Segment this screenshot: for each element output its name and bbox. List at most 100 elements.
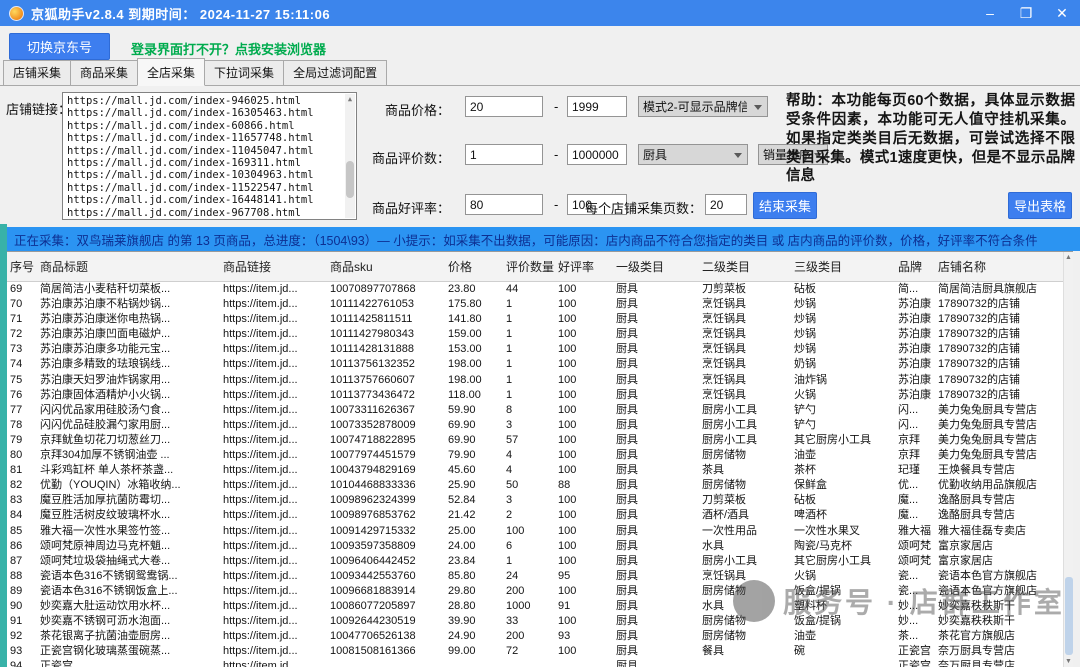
table-row[interactable]: 76苏泊康固体酒精炉小火锅...https://item.jd...101137… <box>7 388 1073 403</box>
table-row[interactable]: 74苏泊康多精致的珐琅锅线...https://item.jd...101137… <box>7 357 1073 372</box>
table-row[interactable]: 91妙奕嘉不锈钢可沥水泡面...https://item.jd...100926… <box>7 614 1073 629</box>
header-price[interactable]: 价格 <box>445 252 503 281</box>
maximize-icon[interactable]: ❐ <box>1008 0 1044 26</box>
table-row[interactable]: 89瓷语本色316不锈钢饭盒上...https://item.jd...1009… <box>7 584 1073 599</box>
table-row[interactable]: 90妙奕嘉大肚运动饮用水杯...https://item.jd...100860… <box>7 599 1073 614</box>
table-cell: 妙... <box>895 614 935 629</box>
table-cell: 100 <box>555 282 613 297</box>
header-brand[interactable]: 品牌 <box>895 252 935 281</box>
table-row[interactable]: 82优勤（YOUQIN）冰箱收纳...https://item.jd...101… <box>7 478 1073 493</box>
table-cell: 10093597358809 <box>327 539 445 554</box>
table-cell: 魔... <box>895 508 935 523</box>
table-row[interactable]: 88瓷语本色316不锈钢鸳鸯锅...https://item.jd...1009… <box>7 569 1073 584</box>
scroll-up-icon[interactable]: ▲ <box>1064 252 1073 263</box>
category-select[interactable]: 厨具 <box>638 144 748 165</box>
header-good-rate[interactable]: 好评率 <box>555 252 613 281</box>
table-cell: 159.00 <box>445 327 503 342</box>
review-max-input[interactable] <box>567 144 627 165</box>
table-cell: 美力兔兔厨具专营店 <box>935 418 1073 433</box>
table-row[interactable]: 70苏泊康苏泊康不粘锅炒锅...https://item.jd...101114… <box>7 297 1073 312</box>
switch-jd-account-button[interactable]: 切换京东号 <box>9 33 110 60</box>
table-cell: 正瓷宫... <box>37 659 220 667</box>
minimize-icon[interactable]: – <box>972 0 1008 26</box>
table-row[interactable]: 86颂呵梵原神周边马克杯魈...https://item.jd...100935… <box>7 539 1073 554</box>
table-cell: 厨具 <box>613 448 699 463</box>
table-cell: 厨具 <box>613 478 699 493</box>
table-row[interactable]: 94正瓷宫...https://item.jd...厨具正瓷宫奈万厨具专营店 <box>7 659 1073 667</box>
table-row[interactable]: 93正瓷宫钢化玻璃蒸蛋碗蒸...https://item.jd...100815… <box>7 644 1073 659</box>
tab-fullstore-collect[interactable]: 全店采集 <box>137 58 205 86</box>
close-icon[interactable]: ✕ <box>1044 0 1080 26</box>
table-cell: 78 <box>7 418 37 433</box>
table-cell: 简居简洁小麦秸秆切菜板... <box>37 282 220 297</box>
table-row[interactable]: 73苏泊康苏泊康多功能元宝...https://item.jd...101114… <box>7 342 1073 357</box>
table-cell: 厨房小工具 <box>699 433 791 448</box>
table-cell: 24 <box>503 569 555 584</box>
header-link[interactable]: 商品链接 <box>220 252 327 281</box>
header-title[interactable]: 商品标题 <box>37 252 220 281</box>
table-row[interactable]: 87颂呵梵垃圾袋抽绳式大卷...https://item.jd...100964… <box>7 554 1073 569</box>
table-row[interactable]: 78闪闪优品硅胶漏勺家用厨...https://item.jd...100733… <box>7 418 1073 433</box>
table-cell: 瓷语本色316不锈钢鸳鸯锅... <box>37 569 220 584</box>
tab-dropdown-words[interactable]: 下拉词采集 <box>204 60 284 85</box>
good-rate-min-input[interactable] <box>465 194 543 215</box>
header-category-1[interactable]: 一级类目 <box>613 252 699 281</box>
table-cell: 10092644230519 <box>327 614 445 629</box>
review-min-input[interactable] <box>465 144 543 165</box>
export-table-button[interactable]: 导出表格 <box>1008 192 1072 219</box>
table-row[interactable]: 69简居简洁小麦秸秆切菜板...https://item.jd...100708… <box>7 282 1073 297</box>
header-store-name[interactable]: 店铺名称 <box>935 252 1073 281</box>
table-row[interactable]: 80京拜304加厚不锈钢油壶 ...https://item.jd...1007… <box>7 448 1073 463</box>
table-cell <box>327 659 445 667</box>
tab-store-collect[interactable]: 店铺采集 <box>3 60 71 85</box>
table-row[interactable]: 75苏泊康天妇罗油炸锅家用...https://item.jd...101137… <box>7 373 1073 388</box>
table-cell: 100 <box>555 508 613 523</box>
links-scrollbar[interactable]: ▲ <box>345 94 355 218</box>
table-cell: 炒锅 <box>791 342 895 357</box>
scroll-down-icon[interactable]: ▼ <box>1064 656 1073 667</box>
table-cell: 厨房储物 <box>699 584 791 599</box>
header-category-2[interactable]: 二级类目 <box>699 252 791 281</box>
table-cell: 100 <box>555 357 613 372</box>
table-cell: 京拜 <box>895 448 935 463</box>
header-category-3[interactable]: 三级类目 <box>791 252 895 281</box>
table-row[interactable]: 83魔豆胜活加厚抗菌防霉切...https://item.jd...100989… <box>7 493 1073 508</box>
price-max-input[interactable] <box>567 96 627 117</box>
table-row[interactable]: 85雅大福一次性水果签竹签...https://item.jd...100914… <box>7 524 1073 539</box>
pages-input[interactable] <box>705 194 747 215</box>
table-cell: 10104468833336 <box>327 478 445 493</box>
header-review-count[interactable]: 评价数量 <box>503 252 555 281</box>
table-cell: https://item.jd... <box>220 418 327 433</box>
tab-product-collect[interactable]: 商品采集 <box>70 60 138 85</box>
price-min-input[interactable] <box>465 96 543 117</box>
table-row[interactable]: 72苏泊康苏泊康凹面电磁炉...https://item.jd...101114… <box>7 327 1073 342</box>
table-row[interactable]: 81斗彩鸡缸杯 单人茶杯茶盏...https://item.jd...10043… <box>7 463 1073 478</box>
table-row[interactable]: 79京拜鱿鱼切花刀切葱丝刀...https://item.jd...100747… <box>7 433 1073 448</box>
table-row[interactable]: 84魔豆胜活树皮纹玻璃杯水...https://item.jd...100989… <box>7 508 1073 523</box>
category-select-value: 厨具 <box>643 146 667 163</box>
table-cell: 烹饪锅具 <box>699 388 791 403</box>
table-scrollbar-thumb[interactable] <box>1065 577 1073 655</box>
header-sku[interactable]: 商品sku <box>327 252 445 281</box>
login-help-link[interactable]: 登录界面打不开？点我安装浏览器 <box>131 39 326 58</box>
table-scrollbar[interactable]: ▲ ▼ <box>1063 252 1073 667</box>
table-cell: 闪闪优品硅胶漏勺家用厨... <box>37 418 220 433</box>
table-cell: 啤酒杯 <box>791 508 895 523</box>
table-cell: 瓷... <box>895 584 935 599</box>
table-cell: https://item.jd... <box>220 493 327 508</box>
window-controls: – ❐ ✕ <box>972 0 1080 26</box>
store-link-line: https://mall.jd.com/index-16305463.html <box>67 107 342 119</box>
table-cell: 24.90 <box>445 629 503 644</box>
links-scrollbar-thumb[interactable] <box>346 161 354 198</box>
scroll-up-icon[interactable]: ▲ <box>345 94 355 104</box>
table-row[interactable]: 77闪闪优品家用硅胶汤勺食...https://item.jd...100733… <box>7 403 1073 418</box>
table-row[interactable]: 71苏泊康苏泊康迷你电热锅...https://item.jd...101114… <box>7 312 1073 327</box>
table-row[interactable]: 92茶花银离子抗菌油壶厨房...https://item.jd...100477… <box>7 629 1073 644</box>
stop-collect-button[interactable]: 结束采集 <box>753 192 817 219</box>
header-index[interactable]: 序号 <box>7 252 37 281</box>
tab-global-filter-config[interactable]: 全局过滤词配置 <box>283 60 387 85</box>
table-cell: 74 <box>7 357 37 372</box>
store-links-textarea[interactable]: https://mall.jd.com/index-946025.htmlhtt… <box>62 92 357 220</box>
mode-select[interactable]: 模式2-可显示品牌信息-速度慢 <box>638 96 768 117</box>
table-cell: 52.84 <box>445 493 503 508</box>
